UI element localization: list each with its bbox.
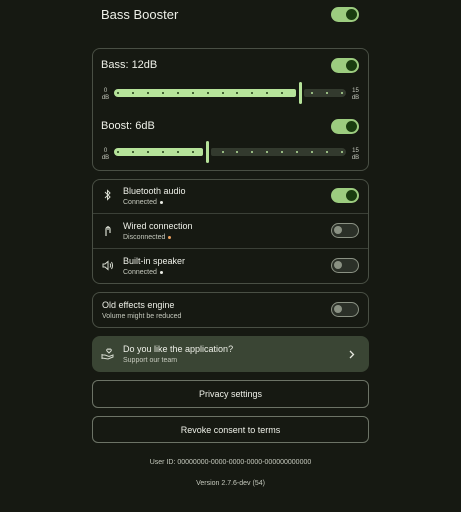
status-dot [159,270,163,274]
boost-tick-dot [132,151,134,153]
support-subtitle: Support our team [123,357,178,364]
bluetooth-icon [104,189,111,201]
boost-tick-dot [177,151,179,153]
old-engine-toggle[interactable] [331,302,359,317]
old-engine-title: Old effects engine [102,300,175,310]
bass-tick-dot [281,92,283,94]
bass-min-label: 0 dB [101,88,110,101]
privacy-settings-button[interactable]: Privacy settings [92,380,369,408]
boost-tick-dot [192,151,194,153]
boost-toggle[interactable] [331,119,359,134]
toggle-knob [334,261,342,269]
old-engine-subtitle: Volume might be reduced [102,313,182,320]
bass-tick-dot [147,92,149,94]
bass-tick-dot [162,92,164,94]
wired-status: Disconnected [123,234,172,241]
boost-handle[interactable] [206,141,209,163]
boost-tick-dot [236,151,238,153]
speaker-status: Connected [123,269,163,276]
version-text: Version 2.7.6-dev (54) [196,480,265,487]
bass-tick-dot [177,92,179,94]
bass-tick-dot [236,92,238,94]
boost-track-active [114,148,203,156]
boost-min-label: 0 dB [101,148,110,161]
wired-toggle[interactable] [331,223,359,238]
bass-track-active [114,89,296,97]
bluetooth-toggle[interactable] [331,188,359,203]
bass-tick-dot [326,92,328,94]
hand-heart-icon [101,348,114,360]
boost-max-label: 15 dB [351,148,360,161]
app-title: Bass Booster [101,7,179,22]
chevron-right-icon [349,350,355,359]
bass-booster-toggle[interactable] [331,7,359,22]
boost-label: Boost: 6dB [101,120,155,132]
boost-slider[interactable] [114,141,346,163]
bass-label: Bass: 12dB [101,59,158,71]
boost-tick-dot [251,151,253,153]
cable-icon [105,226,111,236]
support-card[interactable] [92,336,369,372]
boost-tick-dot [296,151,298,153]
toggle-knob [346,121,357,132]
bass-tick-dot [222,92,224,94]
boost-tick-dot [326,151,328,153]
bass-slider[interactable] [114,82,346,104]
bass-toggle[interactable] [331,58,359,73]
toggle-knob [334,226,342,234]
status-dot [168,235,172,239]
wired-title: Wired connection [123,221,193,231]
divider [93,213,368,214]
bass-tick-dot [311,92,313,94]
toggle-knob [346,60,357,71]
toggle-knob [346,190,357,201]
boost-tick-dot [281,151,283,153]
boost-tick-dot [117,151,119,153]
bluetooth-title: Bluetooth audio [123,186,186,196]
support-title: Do you like the application? [123,344,234,354]
boost-tick-dot [147,151,149,153]
bass-tick-dot [207,92,209,94]
boost-tick-dot [341,151,343,153]
bass-tick-dot [266,92,268,94]
speaker-toggle[interactable] [331,258,359,273]
divider [93,248,368,249]
bass-tick-dot [132,92,134,94]
old-engine-card [92,292,369,328]
bluetooth-status: Connected [123,199,163,206]
status-dot [159,200,163,204]
bass-tick-dot [192,92,194,94]
boost-tick-dot [311,151,313,153]
bass-tick-dot [341,92,343,94]
toggle-knob [346,9,357,20]
revoke-consent-button[interactable]: Revoke consent to terms [92,416,369,443]
speaker-title: Built-in speaker [123,256,186,266]
bass-tick-dot [117,92,119,94]
boost-tick-dot [266,151,268,153]
boost-tick-dot [162,151,164,153]
bass-tick-dot [251,92,253,94]
speaker-icon [102,260,114,271]
bass-handle[interactable] [299,82,302,104]
boost-tick-dot [222,151,224,153]
bass-max-label: 15 dB [351,88,360,101]
toggle-knob [334,305,342,313]
user-id-text: User ID: 00000000-0000-0000-0000-0000000… [149,459,312,466]
